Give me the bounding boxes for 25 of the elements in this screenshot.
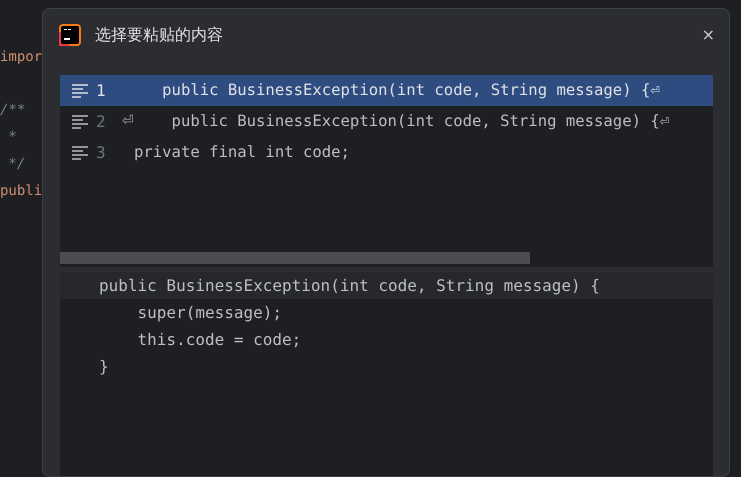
text-lines-icon xyxy=(72,146,88,160)
item-text: private final int code; xyxy=(134,142,350,163)
item-number: 1 xyxy=(95,80,107,102)
text-lines-icon xyxy=(72,114,88,128)
clipboard-item[interactable]: 3 private final int code; xyxy=(60,137,713,168)
close-button[interactable]: × xyxy=(698,27,719,43)
item-number: 2 xyxy=(95,110,107,132)
clipboard-item[interactable]: 2 ⏎ public BusinessException(int code, String message) {⏎ xyxy=(60,106,713,137)
dialog-title: 选择要粘贴的内容 xyxy=(95,24,223,46)
preview-line: } xyxy=(98,356,110,378)
app-logo-icon xyxy=(59,24,81,46)
clipboard-item[interactable]: 1 public BusinessException(int code, String message) {⏎ xyxy=(60,75,713,106)
preview-line: this.code = code; xyxy=(136,329,302,351)
code-line: */ xyxy=(7,155,26,174)
code-line: publi xyxy=(0,182,42,201)
code-line: impor xyxy=(0,48,42,67)
preview-line: super(message); xyxy=(136,302,284,324)
item-text: public BusinessException(int code, String message) {⏎ xyxy=(161,80,660,101)
item-number: 3 xyxy=(95,142,107,164)
item-text: public BusinessException(int code, String message) {⏎ xyxy=(170,110,670,132)
scrollbar-thumb[interactable] xyxy=(60,252,530,264)
code-line: * xyxy=(7,128,17,147)
text-lines-icon xyxy=(72,84,88,98)
line-break-symbol: ⏎ xyxy=(122,112,134,131)
code-line: /** xyxy=(0,101,26,120)
